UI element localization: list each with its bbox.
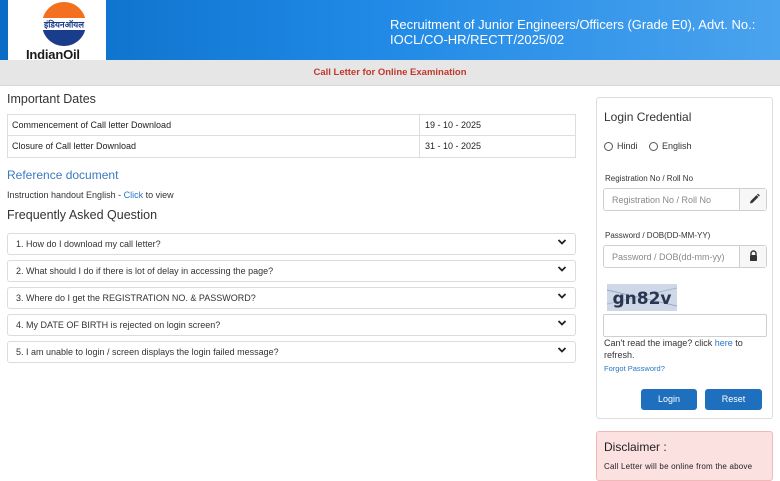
instruction-click-link[interactable]: Click (124, 190, 144, 200)
faq-question: 3. Where do I get the REGISTRATION NO. &… (16, 293, 256, 303)
password-field (603, 245, 767, 268)
table-row: Closure of Call letter Download 31 - 10 … (8, 136, 575, 157)
captcha-image: gn82v (607, 284, 677, 311)
indianoil-logo-icon: इंडियनऑयल (40, 2, 88, 46)
subtitle-bar: Call Letter for Online Examination (0, 60, 780, 86)
captcha-refresh-link[interactable]: here (715, 338, 733, 348)
password-label: Password / DOB(DD-MM-YY) (605, 231, 711, 240)
faq-item-4[interactable]: 4. My DATE OF BIRTH is rejected on login… (7, 314, 576, 336)
chevron-down-icon (557, 320, 567, 326)
instruction-suffix: to view (143, 190, 174, 200)
instruction-handout-line: Instruction handout English - Click to v… (7, 190, 174, 200)
faq-item-3[interactable]: 3. Where do I get the REGISTRATION NO. &… (7, 287, 576, 309)
login-credential-title: Login Credential (604, 110, 692, 124)
radio-english-label[interactable]: English (662, 141, 692, 151)
registration-input[interactable] (604, 189, 740, 210)
radio-hindi-label[interactable]: Hindi (617, 141, 638, 151)
pencil-icon (750, 193, 760, 204)
captcha-refresh-prefix: Can't read the image? click (604, 338, 715, 348)
login-button[interactable]: Login (641, 389, 697, 410)
date-value: 19 - 10 - 2025 (425, 120, 482, 130)
captcha-text: gn82v (612, 289, 671, 309)
faq-question: 2. What should I do if there is lot of d… (16, 266, 274, 276)
registration-field (603, 188, 767, 211)
faq-question: 1. How do I download my call letter? (16, 239, 161, 249)
faq-item-2[interactable]: 2. What should I do if there is lot of d… (7, 260, 576, 282)
pencil-icon-addon (739, 189, 766, 210)
reset-button[interactable]: Reset (705, 389, 762, 410)
captcha-refresh-text: Can't read the image? click here to refr… (604, 337, 770, 361)
date-label: Closure of Call letter Download (8, 136, 420, 157)
forgot-password-link[interactable]: Forgot Password? (604, 364, 665, 373)
radio-hindi[interactable] (604, 142, 613, 151)
disclaimer-title: Disclaimer : (604, 440, 667, 454)
login-panel: Login Credential Hindi English Registrat… (596, 97, 773, 419)
faq-item-5[interactable]: 5. I am unable to login / screen display… (7, 341, 576, 363)
date-label: Commencement of Call letter Download (8, 115, 420, 135)
reference-document-title: Reference document (7, 168, 119, 182)
chevron-down-icon (557, 293, 567, 299)
subtitle-text: Call Letter for Online Examination (313, 67, 467, 78)
page-header-title: Recruitment of Junior Engineers/Officers… (390, 17, 756, 47)
chevron-down-icon (557, 266, 567, 272)
table-row: Commencement of Call letter Download 19 … (8, 115, 575, 136)
radio-english[interactable] (649, 142, 658, 151)
captcha-input[interactable] (603, 314, 767, 337)
important-dates-title: Important Dates (7, 92, 96, 106)
chevron-down-icon (557, 239, 567, 245)
faq-item-1[interactable]: 1. How do I download my call letter? (7, 233, 576, 255)
logo-hindi-text: इंडियनऑयल (43, 20, 85, 31)
header-bar: इंडियनऑयल IndianOil Recruitment of Junio… (0, 0, 780, 64)
faq-title: Frequently Asked Question (7, 208, 158, 222)
faq-question: 5. I am unable to login / screen display… (16, 347, 279, 357)
registration-label: Registration No / Roll No (605, 174, 694, 183)
faq-question: 4. My DATE OF BIRTH is rejected on login… (16, 320, 221, 330)
date-value: 31 - 10 - 2025 (425, 141, 482, 151)
instruction-prefix: Instruction handout English - (7, 190, 124, 200)
disclaimer-box: Disclaimer : Call Letter will be online … (596, 431, 773, 481)
important-dates-table: Commencement of Call letter Download 19 … (7, 114, 576, 158)
chevron-down-icon (557, 347, 567, 353)
lock-icon-addon (739, 246, 766, 267)
lock-icon (750, 250, 757, 261)
indianoil-logo[interactable]: इंडियनऑयल IndianOil (8, 0, 106, 64)
password-input[interactable] (604, 246, 740, 267)
